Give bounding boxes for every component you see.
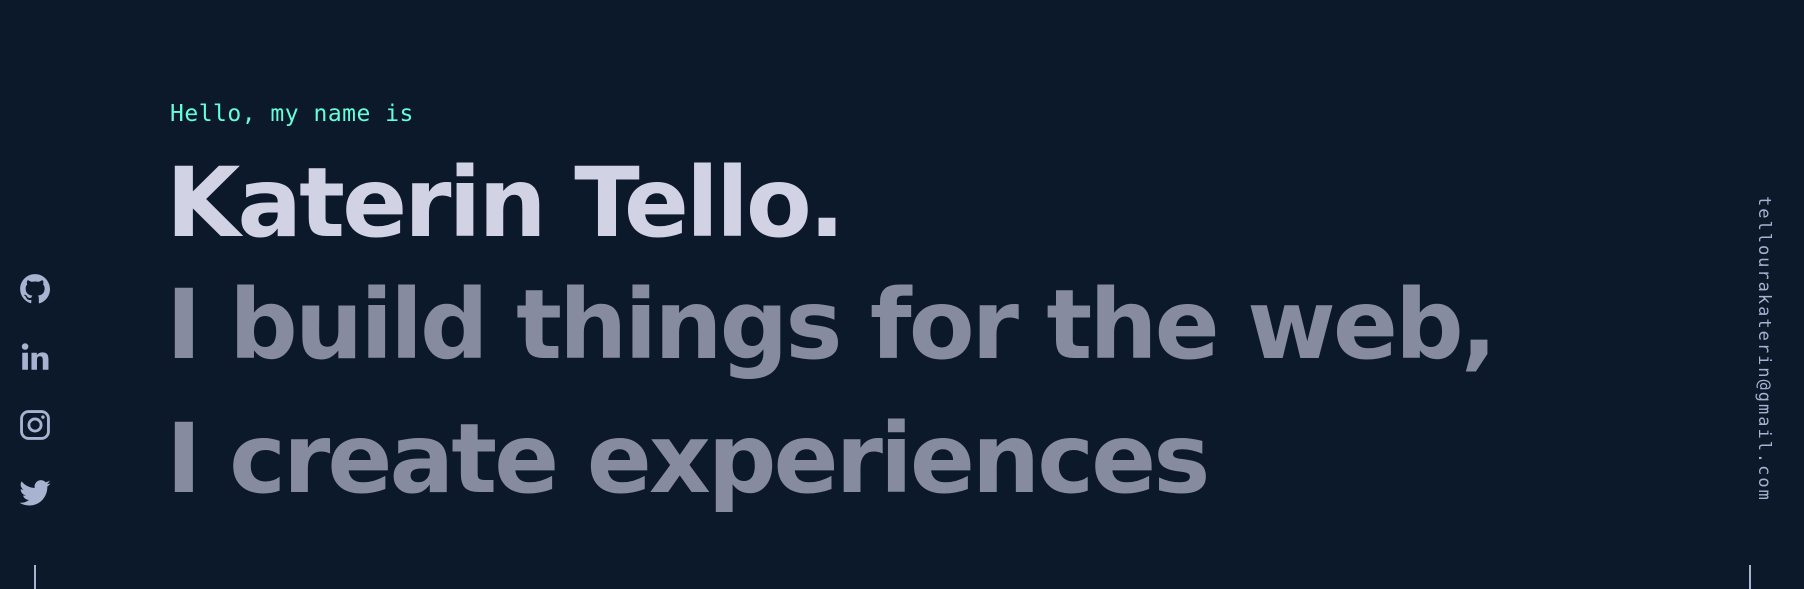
twitter-icon: [19, 480, 51, 506]
right-rail-line: [1749, 565, 1751, 589]
linkedin-link[interactable]: [18, 340, 52, 374]
social-links: [16, 272, 54, 544]
github-link[interactable]: [18, 272, 52, 306]
instagram-link[interactable]: [18, 408, 52, 442]
twitter-link[interactable]: [18, 476, 52, 510]
hero-tagline: I build things for the web, I create exp…: [166, 269, 1497, 515]
hero-section: Hello, my name is Katerin Tello. I build…: [166, 98, 1497, 526]
instagram-icon: [20, 410, 50, 440]
email-link[interactable]: tellourakaterin@gmail.com: [1754, 196, 1774, 502]
greeting-text: Hello, my name is: [170, 101, 414, 127]
github-icon: [20, 274, 51, 304]
left-rail-line: [34, 565, 36, 589]
hero-name: Katerin Tello.: [166, 147, 845, 259]
linkedin-icon: [21, 343, 49, 370]
